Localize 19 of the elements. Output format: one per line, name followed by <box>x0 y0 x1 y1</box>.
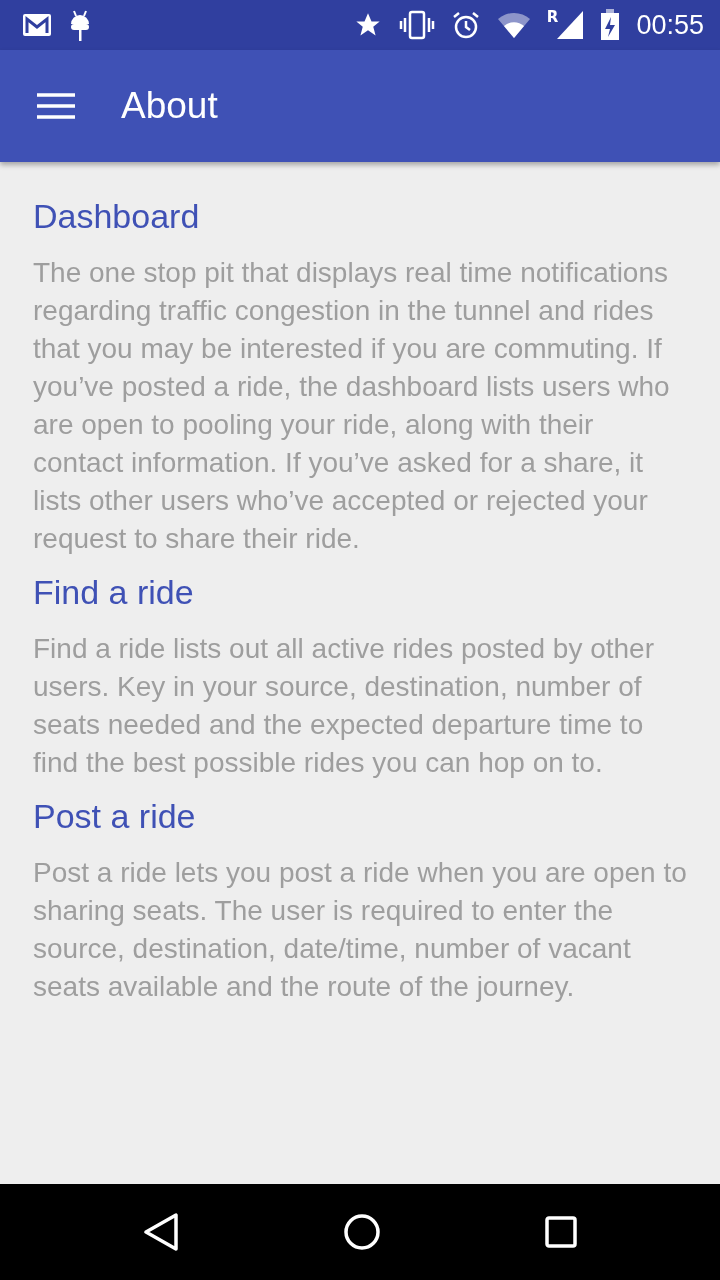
section-heading: Post a ride <box>33 796 197 836</box>
recents-button[interactable] <box>545 1216 578 1248</box>
battery-charging-icon <box>600 9 621 41</box>
android-icon <box>68 8 92 42</box>
section-heading: Find a ride <box>33 572 195 612</box>
section-paragraph: The one stop pit that displays real time notifications regarding traffic congestion in the tunnel and rides that you may be interested if you are commuting. If you’ve posted a ride, the dashboard lists users who are open to pooling your ride, along with their contact information. If you’ve asked for a share, it lists other users who’ve accepted or rejected your request to share their ride. <box>33 256 671 556</box>
back-button[interactable] <box>142 1213 179 1251</box>
menu-button[interactable] <box>37 93 75 119</box>
wifi-icon <box>496 11 531 39</box>
section-paragraph: Find a ride lists out all active rides posted by other users. Key in your source, destination, number of seats needed and the expected departure time to find the best possible rides you can hop on to. <box>33 632 655 780</box>
vibrate-icon <box>398 10 435 40</box>
section-heading: Dashboard <box>33 196 201 236</box>
screen-title: About <box>121 85 218 127</box>
roaming-indicator: R <box>546 8 559 26</box>
section-paragraph: Post a ride lets you post a ride when you are open to sharing seats. The user is required to enter the source, destination, date/time, number of vacant seats available and the route of the journey. <box>33 856 688 1004</box>
mail-icon <box>22 13 52 37</box>
clock-time: 00:55 <box>636 9 704 41</box>
signal-icon <box>556 10 585 40</box>
home-button[interactable] <box>344 1214 380 1250</box>
